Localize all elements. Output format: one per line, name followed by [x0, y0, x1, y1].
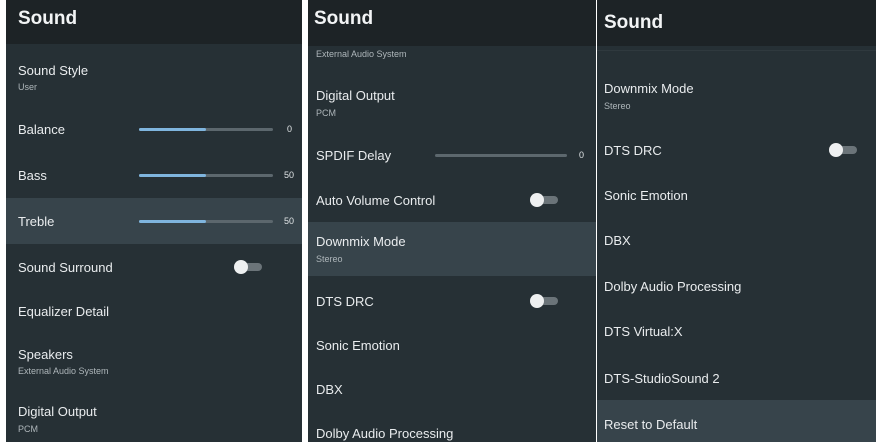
menu-item-dts-studiosound-2[interactable]: DTS-StudioSound 2: [597, 356, 876, 400]
item-title: DTS-StudioSound 2: [604, 371, 720, 386]
item-value: PCM: [316, 108, 336, 118]
toggle-knob: [234, 260, 248, 274]
menu-item-treble[interactable]: Treble 50: [6, 198, 302, 244]
panel-header: Sound: [597, 0, 876, 46]
menu-item-reset-to-default[interactable]: Reset to Default: [597, 400, 876, 442]
menu-item-dts-drc[interactable]: DTS DRC: [308, 280, 596, 324]
sound-menu-panel-1: Sound Sound Style User Balance 0 Bass 50…: [6, 0, 302, 442]
item-title: Sound Surround: [18, 260, 113, 275]
toggle-knob: [530, 294, 544, 308]
item-title: Digital Output: [316, 88, 395, 103]
item-title: Sonic Emotion: [604, 188, 688, 203]
panel-header: Sound: [308, 0, 596, 46]
slider-fill: [139, 128, 206, 131]
item-title: DBX: [316, 382, 343, 397]
item-title: Sonic Emotion: [316, 338, 400, 353]
item-title: Equalizer Detail: [18, 304, 110, 319]
menu-item-dolby-audio-processing[interactable]: Dolby Audio Processing: [597, 264, 876, 308]
header-title: Sound: [314, 8, 374, 29]
slider-value: 50: [284, 216, 295, 226]
panel-header: Sound: [6, 0, 302, 44]
menu-item-dbx[interactable]: DBX: [597, 220, 876, 264]
menu-item-sonic-emotion[interactable]: Sonic Emotion: [308, 324, 596, 368]
treble-slider[interactable]: [139, 220, 273, 223]
item-title: DBX: [604, 233, 631, 248]
menu-item-digital-output[interactable]: Digital Output PCM: [6, 396, 302, 442]
menu-item-dolby-audio-processing[interactable]: Dolby Audio Processing: [308, 414, 596, 442]
item-title: Reset to Default: [604, 417, 698, 432]
item-value: PCM: [18, 424, 38, 434]
menu-item-speakers[interactable]: Speakers External Audio System: [6, 340, 302, 386]
menu-item-dbx[interactable]: DBX: [308, 370, 596, 414]
item-value: Stereo: [316, 254, 343, 264]
slider-value: 50: [284, 170, 295, 180]
header-title: Sound: [604, 12, 664, 33]
menu-item-sound-surround[interactable]: Sound Surround: [6, 246, 302, 290]
menu-item-sound-style[interactable]: Sound Style User: [6, 56, 302, 102]
menu-item-auto-volume-control[interactable]: Auto Volume Control: [308, 178, 596, 222]
menu-item-dts-drc[interactable]: DTS DRC: [597, 128, 876, 172]
item-title: Balance: [18, 122, 65, 137]
item-title: Speakers: [18, 347, 73, 362]
spdif-delay-slider[interactable]: [435, 154, 567, 157]
item-title: Digital Output: [18, 404, 97, 419]
item-title: Downmix Mode: [604, 81, 694, 96]
sound-menu-panel-3: Sound Downmix Mode Stereo DTS DRC Sonic …: [597, 0, 876, 442]
item-title: Dolby Audio Processing: [604, 279, 742, 294]
auto-volume-toggle[interactable]: [530, 193, 560, 207]
menu-item-dts-virtual-x[interactable]: DTS Virtual:X: [597, 310, 876, 354]
item-title: Bass: [18, 168, 47, 183]
balance-slider[interactable]: [139, 128, 273, 131]
item-title: Sound Style: [18, 63, 89, 78]
item-title: Auto Volume Control: [316, 193, 436, 208]
dts-drc-toggle[interactable]: [829, 143, 859, 157]
sound-surround-toggle[interactable]: [234, 260, 264, 274]
item-title: Treble: [18, 214, 55, 229]
slider-fill: [139, 174, 206, 177]
bass-slider[interactable]: [139, 174, 273, 177]
slider-value: 0: [287, 124, 293, 134]
item-title: DTS DRC: [604, 143, 662, 158]
item-title: DTS DRC: [316, 294, 374, 309]
menu-item-equalizer-detail[interactable]: Equalizer Detail: [6, 290, 302, 334]
header-title: Sound: [18, 8, 78, 29]
dts-drc-toggle[interactable]: [530, 294, 560, 308]
item-title: DTS Virtual:X: [604, 324, 683, 339]
slider-fill: [139, 220, 206, 223]
menu-item-downmix-mode[interactable]: Downmix Mode Stereo: [597, 70, 876, 120]
menu-item-bass[interactable]: Bass 50: [6, 154, 302, 198]
toggle-knob: [530, 193, 544, 207]
item-title: Downmix Mode: [316, 234, 406, 249]
menu-item-digital-output[interactable]: Digital Output PCM: [308, 78, 596, 128]
header-divider: [597, 50, 876, 51]
menu-item-downmix-mode[interactable]: Downmix Mode Stereo: [308, 222, 596, 276]
item-title: Dolby Audio Processing: [316, 426, 454, 441]
item-value: User: [18, 82, 38, 92]
menu-item-balance[interactable]: Balance 0: [6, 108, 302, 152]
item-value: Stereo: [604, 101, 631, 111]
sound-menu-panel-2: External Audio System Sound Digital Outp…: [308, 0, 596, 442]
item-title: SPDIF Delay: [316, 148, 392, 163]
item-value: External Audio System: [316, 49, 407, 59]
item-value: External Audio System: [18, 366, 109, 376]
slider-value: 0: [579, 150, 585, 160]
toggle-knob: [829, 143, 843, 157]
menu-item-spdif-delay[interactable]: SPDIF Delay 0: [308, 134, 596, 178]
menu-item-sonic-emotion[interactable]: Sonic Emotion: [597, 174, 876, 218]
